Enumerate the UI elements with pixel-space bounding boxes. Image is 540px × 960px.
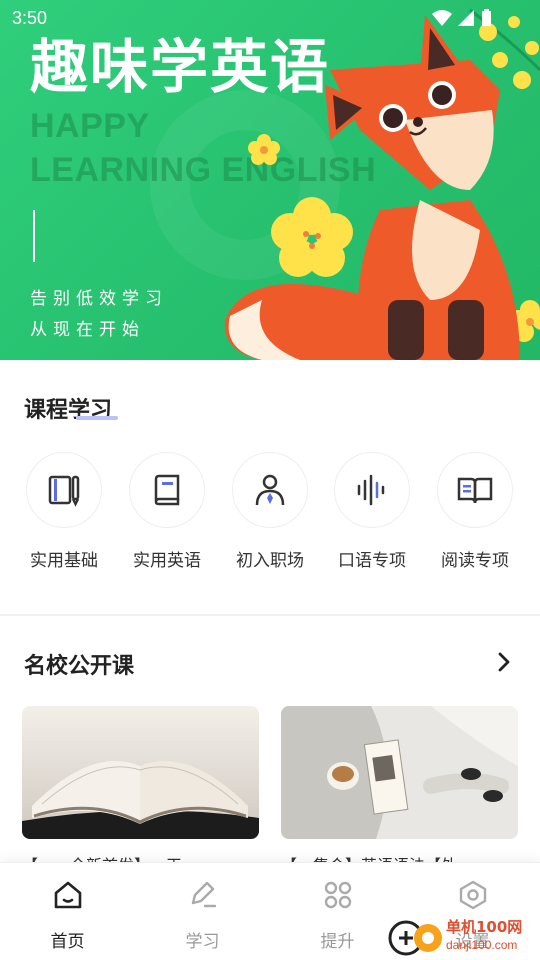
course-item-speaking[interactable]: 口语专项 [322,452,422,571]
battery-icon [482,11,491,26]
section-divider [0,614,540,616]
course-card-image[interactable] [22,706,259,839]
voice-wave-icon [334,452,410,528]
site-watermark: 单机100网 danji100.com [386,914,536,958]
banner-illustration [224,8,540,360]
course-label: 阅读专项 [441,551,509,571]
pencil-study-icon [191,881,216,908]
watermark-url: danji100.com [446,938,518,952]
course-label: 实用基础 [30,551,98,571]
signal-icon [458,10,474,26]
status-icons [432,9,491,26]
settings-hexagon-icon [459,880,486,910]
watermark-text: 单机100网 [446,918,523,936]
person-tie-icon [232,452,308,528]
book-icon [129,452,205,528]
wifi-icon [432,10,452,26]
tab-study[interactable]: 学习 [135,863,270,960]
reading-coffee-photo [281,706,518,839]
flower-large-icon [271,197,353,277]
flower-small-icon [248,134,280,165]
open-book-photo [22,706,259,839]
grid-apps-icon [324,881,351,909]
tab-label: 提升 [320,932,355,952]
title-underline [76,416,118,420]
public-courses-title: 名校公开课 [24,654,135,679]
tab-label: 首页 [50,932,85,952]
open-book-icon [437,452,513,528]
course-label: 口语专项 [338,551,406,571]
course-label: 初入职场 [236,551,304,571]
tab-home[interactable]: 首页 [0,863,135,960]
notebook-pen-icon [26,452,102,528]
course-item-reading[interactable]: 阅读专项 [425,452,525,571]
hero-banner[interactable]: 3:50 趣味学英语 HAPPY LEARNING ENGLISH 告别低效学习… [0,0,540,360]
course-item-workplace[interactable]: 初入职场 [220,452,320,571]
fox-icon [224,15,520,360]
course-item-basic[interactable]: 实用基础 [14,452,114,571]
tab-label: 学习 [185,932,220,952]
home-icon [54,881,81,909]
course-card-image[interactable] [281,706,518,839]
course-item-practical[interactable]: 实用英语 [117,452,217,571]
tab-improve[interactable]: 提升 [270,863,405,960]
chevron-right-icon[interactable] [492,650,516,674]
status-time: 3:50 [12,8,48,28]
course-label: 实用英语 [133,551,201,571]
watermark-logo-icon [388,920,442,956]
